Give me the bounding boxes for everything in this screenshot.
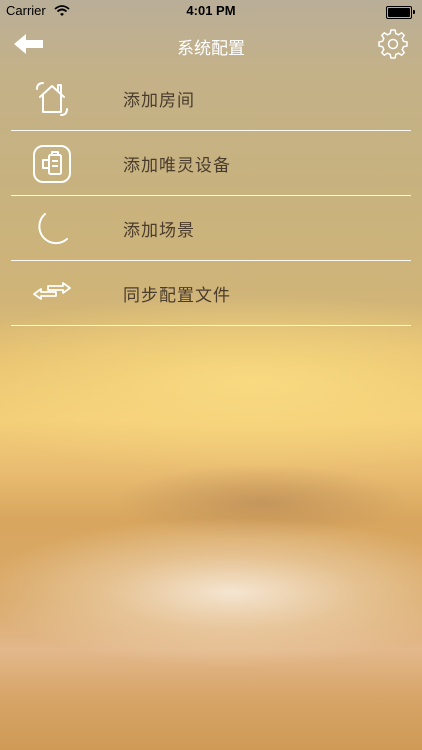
- menu-item-label: 添加房间: [123, 91, 195, 111]
- battery-icon: [386, 6, 415, 19]
- room-icon: [32, 79, 72, 119]
- menu-item-label: 添加场景: [123, 221, 195, 241]
- page-title: 系统配置: [177, 39, 245, 59]
- menu-item-add-device[interactable]: 添加唯灵设备: [0, 131, 422, 196]
- clock: 4:01 PM: [186, 3, 236, 18]
- device-icon: [32, 144, 72, 184]
- gear-icon[interactable]: [378, 29, 408, 59]
- menu-item-sync-config[interactable]: 同步配置文件: [0, 261, 422, 326]
- sync-arrows-icon: [32, 274, 72, 314]
- menu-item-add-scene[interactable]: 添加场景: [0, 196, 422, 261]
- menu-item-label: 添加唯灵设备: [123, 156, 231, 176]
- menu-item-label: 同步配置文件: [123, 286, 231, 306]
- moon-icon: [32, 209, 72, 249]
- config-menu: 添加房间 添加唯灵设备 添加场景 同步配置文件: [0, 66, 422, 326]
- menu-item-add-room[interactable]: 添加房间: [0, 66, 422, 131]
- navigation-bar: 系统配置: [0, 22, 422, 66]
- status-bar: Carrier 4:01 PM: [0, 0, 422, 22]
- divider: [11, 325, 411, 326]
